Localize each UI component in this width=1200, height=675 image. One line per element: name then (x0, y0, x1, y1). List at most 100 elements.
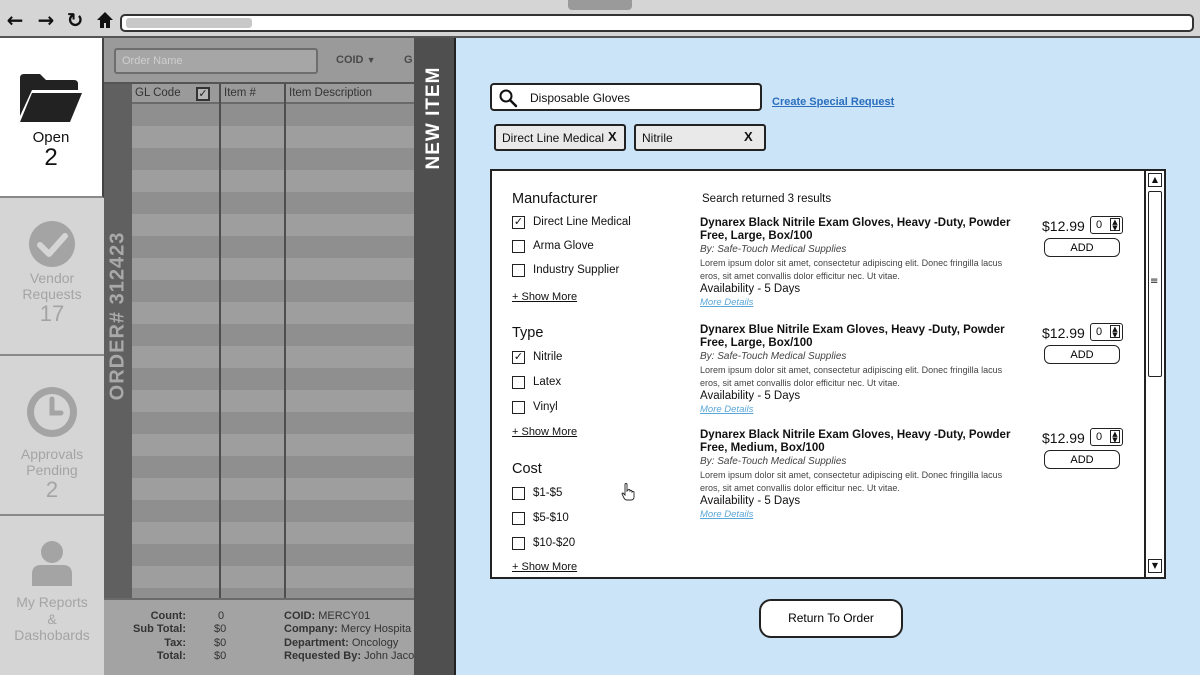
option-label: Vinyl (533, 401, 558, 413)
checkbox[interactable] (512, 536, 525, 550)
more-details-link[interactable]: More Details (700, 404, 753, 415)
table-rows (132, 104, 414, 598)
filter-title-manufacturer: Manufacturer (512, 191, 598, 207)
option-label: Latex (533, 376, 562, 388)
sidebar-item-open[interactable]: Open 2 (0, 38, 104, 198)
option-label: Industry Supplier (533, 264, 620, 276)
option-label: Nitrile (533, 351, 563, 363)
checkbox[interactable] (512, 239, 525, 253)
column-header-item-description: Item Description (289, 87, 373, 99)
checkbox-checked[interactable]: ✓ (512, 350, 525, 364)
new-item-panel: Create Special Request Direct Line Medic… (454, 38, 1200, 675)
stepper-arrows-icon[interactable]: ▲ ▼ (1110, 430, 1120, 444)
sidebar-item-my-reports[interactable]: My Reports & Dashobards (0, 516, 104, 675)
quantity-value: 0 (1096, 326, 1103, 338)
table-header: GL Code ✓ Item # Item Description (132, 84, 414, 104)
order-name-field[interactable] (114, 48, 318, 74)
sidebar-item-approvals-pending[interactable]: Approvals Pending 2 (0, 356, 104, 516)
next-column-label: G (404, 54, 413, 66)
quantity-stepper[interactable]: 0 ▲ ▼ (1090, 216, 1123, 234)
checkbox[interactable] (512, 486, 525, 500)
search-box[interactable] (490, 83, 762, 111)
clock-icon (27, 387, 77, 437)
results-scrollbar[interactable]: ▲ ≡ ▼ (1144, 171, 1164, 577)
home-icon[interactable] (94, 9, 116, 31)
add-button[interactable]: ADD (1044, 345, 1120, 364)
chevron-down-icon: ▼ (366, 55, 376, 65)
show-more-type[interactable]: + Show More (512, 426, 577, 438)
filter-option[interactable]: $1-$5 (512, 485, 562, 501)
select-all-checkbox[interactable]: ✓ (196, 87, 210, 101)
back-arrow-icon[interactable]: ← (4, 9, 26, 31)
filter-option[interactable]: $10-$20 (512, 535, 575, 551)
add-button[interactable]: ADD (1044, 450, 1120, 469)
product-name: Dynarex Black Nitrile Exam Gloves, Heavy… (700, 429, 1011, 454)
product-price: $12.99 (1042, 325, 1085, 341)
browser-tab-handle[interactable] (568, 0, 632, 10)
product-price: $12.99 (1042, 218, 1085, 234)
checkbox[interactable] (512, 375, 525, 389)
option-label: $1-$5 (533, 487, 563, 499)
hand-cursor-icon (621, 483, 635, 501)
checkbox-checked[interactable]: ✓ (512, 215, 525, 229)
scroll-down-icon[interactable]: ▼ (1148, 559, 1162, 573)
product-availability: Availability - 5 Days (700, 283, 801, 295)
chip-label: Direct Line Medical (502, 131, 605, 145)
stepper-arrows-icon[interactable]: ▲ ▼ (1110, 325, 1120, 339)
stepper-arrows-icon[interactable]: ▲ ▼ (1110, 218, 1120, 232)
create-special-request-link[interactable]: Create Special Request (772, 96, 894, 108)
sidebar-item-label: My Reports & Dashobards (14, 594, 90, 643)
address-bar[interactable] (120, 14, 1194, 32)
sidebar-item-count: 2 (45, 477, 59, 502)
quantity-stepper[interactable]: 0 ▲ ▼ (1090, 428, 1123, 446)
sidebar-item-vendor-requests[interactable]: Vendor Requests 17 (0, 198, 104, 356)
scrollbar-thumb[interactable]: ≡ (1148, 191, 1162, 377)
add-button[interactable]: ADD (1044, 238, 1120, 257)
filter-chip-direct-line-medical: Direct Line Medical X (494, 124, 626, 151)
filter-option[interactable]: Latex (512, 374, 561, 390)
order-summary: Count: 0 Sub Total: $0 Tax: $0 Total: $0… (104, 598, 414, 675)
user-icon (32, 541, 72, 586)
detail-department: Department: Oncology (284, 637, 399, 649)
coid-dropdown[interactable]: COID ▼ (336, 54, 375, 66)
filter-title-type: Type (512, 325, 544, 341)
more-details-link[interactable]: More Details (700, 297, 753, 308)
tax-value: $0 (214, 637, 227, 649)
filter-option[interactable]: ✓ Direct Line Medical (512, 214, 631, 230)
forward-arrow-icon[interactable]: → (35, 9, 57, 31)
checkbox[interactable] (512, 263, 525, 277)
quantity-value: 0 (1096, 219, 1103, 231)
product-vendor: By: Safe-Touch Medical Supplies (700, 351, 847, 362)
filter-option[interactable]: $5-$10 (512, 510, 569, 526)
search-input[interactable] (530, 89, 754, 107)
checkbox[interactable] (512, 511, 525, 525)
check-circle-icon (29, 221, 75, 267)
scroll-up-icon[interactable]: ▲ (1148, 173, 1162, 187)
filter-option[interactable]: Vinyl (512, 399, 558, 415)
product-description: Lorem ipsum dolor sit amet, consectetur … (700, 365, 1003, 388)
filter-option[interactable]: Industry Supplier (512, 262, 619, 278)
column-header-gl-code: GL Code (135, 87, 181, 99)
panel-title: NEW ITEM (423, 66, 444, 170)
order-pane: COID ▼ G ORDER# 312423 GL Code ✓ Item # … (104, 38, 414, 675)
filter-option[interactable]: Arma Glove (512, 238, 594, 254)
subtotal-label: Sub Total: (133, 623, 186, 635)
search-icon (499, 89, 518, 108)
remove-chip-button[interactable]: X (744, 129, 753, 144)
checkbox[interactable] (512, 400, 525, 414)
filter-chip-nitrile: Nitrile X (634, 124, 766, 151)
remove-chip-button[interactable]: X (608, 129, 617, 144)
order-name-input[interactable] (116, 50, 316, 72)
tax-label: Tax: (164, 637, 186, 649)
coid-label: COID (336, 54, 364, 66)
show-more-cost[interactable]: + Show More (512, 561, 577, 573)
filter-title-cost: Cost (512, 461, 542, 477)
order-header: COID ▼ G (104, 38, 414, 84)
product-item: Dynarex Blue Nitrile Exam Gloves, Heavy … (700, 323, 1158, 424)
more-details-link[interactable]: More Details (700, 509, 753, 520)
show-more-manufacturer[interactable]: + Show More (512, 291, 577, 303)
return-to-order-button[interactable]: Return To Order (759, 599, 903, 638)
filter-option[interactable]: ✓ Nitrile (512, 349, 562, 365)
quantity-stepper[interactable]: 0 ▲ ▼ (1090, 323, 1123, 341)
reload-icon[interactable]: ↻ (64, 9, 86, 31)
